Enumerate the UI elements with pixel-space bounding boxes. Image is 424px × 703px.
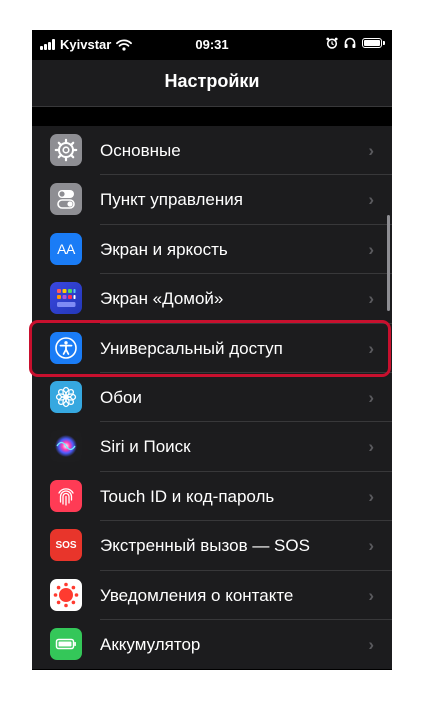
settings-row-general[interactable]: Основные › (32, 126, 392, 176)
settings-row-label: Экран «Домой» (100, 289, 224, 309)
battery-status-icon (362, 38, 385, 48)
settings-row-battery[interactable]: Аккумулятор › (32, 619, 392, 670)
settings-row-label: Уведомления о контакте (100, 585, 294, 605)
settings-row-label: Экран и яркость (100, 239, 228, 259)
chevron-right-icon: › (368, 437, 374, 457)
settings-row-display[interactable]: AA Экран и яркость › (32, 224, 392, 275)
settings-row-accessibility[interactable]: Универсальный доступ › (32, 323, 392, 373)
toggles-icon (50, 183, 82, 216)
navigation-bar: Настройки (32, 60, 392, 106)
settings-row-label: Основные (100, 141, 181, 160)
headphones-icon (344, 37, 356, 48)
settings-row-label: Пункт управления (100, 190, 243, 210)
display-aa-icon: AA (50, 232, 82, 265)
siri-icon (50, 430, 82, 463)
chevron-right-icon: › (368, 190, 374, 210)
settings-row-home-screen[interactable]: Экран «Домой» › (32, 274, 392, 324)
exposure-icon (50, 578, 82, 611)
chevron-right-icon: › (368, 239, 374, 259)
chevron-right-icon: › (368, 585, 374, 605)
flower-icon (50, 380, 82, 413)
chevron-right-icon: › (368, 387, 374, 407)
sos-icon: SOS (50, 529, 82, 562)
accessibility-icon (50, 331, 82, 364)
settings-row-emergency-sos[interactable]: SOS Экстренный вызов — SOS › (32, 521, 392, 571)
settings-row-touch-id[interactable]: Touch ID и код-пароль › (32, 471, 392, 522)
settings-list: Основные › Пункт управления › AA Экран и… (32, 126, 392, 670)
divider (32, 106, 392, 107)
settings-row-label: Экстренный вызов — SOS (100, 536, 310, 556)
fingerprint-icon (50, 479, 82, 512)
settings-row-label: Siri и Поиск (100, 437, 191, 457)
chevron-right-icon: › (368, 634, 374, 654)
chevron-right-icon: › (368, 338, 374, 358)
settings-row-siri[interactable]: Siri и Поиск › (32, 422, 392, 472)
settings-row-label: Аккумулятор (100, 634, 201, 654)
page-title: Настройки (164, 71, 260, 91)
gear-icon (50, 134, 82, 166)
settings-row-wallpaper[interactable]: Обои › (32, 372, 392, 423)
settings-row-label: Универсальный доступ (100, 338, 283, 358)
chevron-right-icon: › (368, 486, 374, 506)
scrollbar[interactable] (387, 215, 390, 311)
chevron-right-icon: › (368, 289, 374, 309)
home-grid-icon (50, 282, 82, 315)
battery-icon (50, 627, 82, 660)
phone-screen: Kyivstar 09:31 Настройки Основные › Пунк… (32, 30, 392, 670)
settings-row-label: Touch ID и код-пароль (100, 486, 275, 506)
settings-row-control-center[interactable]: Пункт управления › (32, 175, 392, 225)
chevron-right-icon: › (368, 536, 374, 556)
chevron-right-icon: › (368, 141, 374, 160)
settings-row-label: Обои (100, 387, 142, 407)
alarm-icon (326, 37, 338, 49)
status-bar: Kyivstar 09:31 (32, 30, 392, 60)
settings-row-exposure-notifications[interactable]: Уведомления о контакте › (32, 570, 392, 620)
